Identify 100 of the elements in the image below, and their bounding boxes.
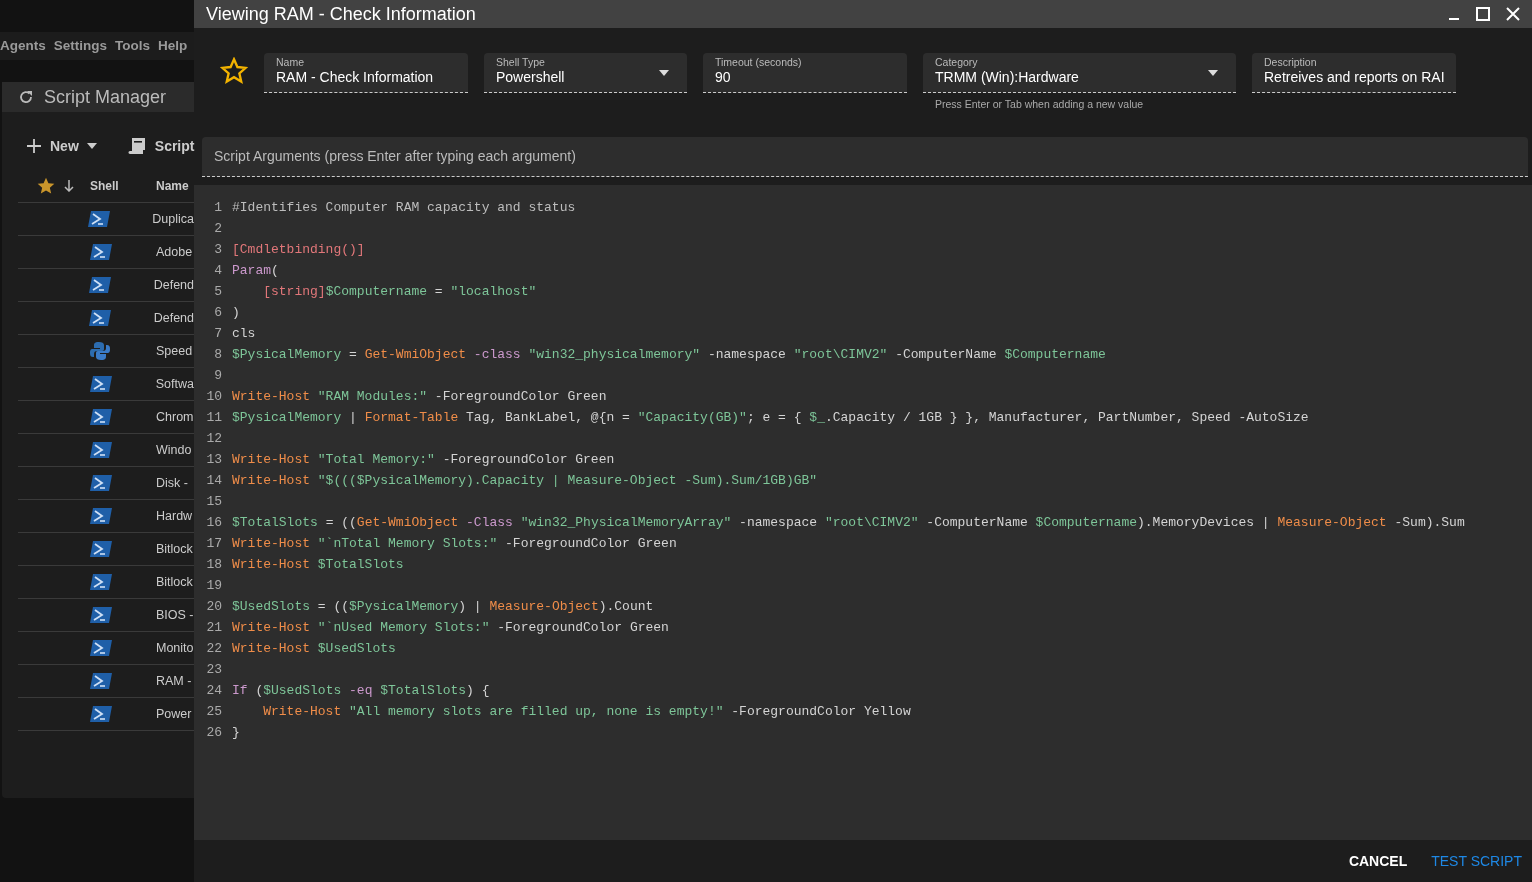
star-outline-icon[interactable] [220,57,248,85]
terminal-icon [88,309,111,328]
star-icon[interactable] [36,176,56,196]
input-field[interactable]: Description Retreives and reports on RAI [1252,53,1456,93]
code-token: $TotalSlots [379,683,467,698]
test-script-button[interactable]: TEST SCRIPT [1431,846,1522,876]
code-token: cls [232,326,256,341]
line-number: 16 [205,514,222,532]
field-label: Shell Type [496,57,546,69]
code-token: Measure-Object [489,599,599,614]
cancel-button[interactable]: CANCEL [1348,846,1408,876]
refresh-icon[interactable] [18,89,34,105]
code-editor[interactable] [194,185,1532,840]
dropdown-caret-icon [659,70,669,76]
code-token: .Capacity / 1GB } }, Manufacturer, PartNumber, Speed -AutoSize [824,410,1309,425]
line-number: 10 [205,388,222,406]
line-number: 20 [205,598,222,616]
line-number: 3 [213,241,222,259]
field-value: 90 [715,68,732,86]
terminal-icon [89,375,112,394]
code-token: Write-Host [232,620,310,635]
select-field[interactable]: Category TRMM (Win):Hardware [923,53,1236,93]
line-number: 18 [205,556,222,574]
code-token: Write-Host [232,557,310,572]
terminal-icon [88,276,111,295]
code-token: $Computername [1035,515,1137,530]
column-header[interactable]: Name [156,177,189,195]
code-token: -eq [348,683,373,698]
line-number: 19 [205,577,222,595]
code-token: [string] [263,284,326,299]
new-button[interactable]: New [26,135,97,157]
code-token: ; e = { [746,410,803,425]
maximize-icon[interactable] [1476,7,1490,21]
close-icon[interactable] [1506,7,1520,21]
terminal-icon [90,441,112,460]
code-token: $PysicalMemory [232,410,342,425]
terminal-icon [90,474,112,493]
code-token: "root\CIMV2" [824,515,919,530]
scroll-icon [126,136,147,156]
code-token: -ForegroundColor Green [504,536,677,551]
code-token: "win32_physicalmemory" [527,347,701,362]
line-number: 24 [205,682,222,700]
table-cell-text: Windo [156,441,192,459]
code-token: ) | [458,599,483,614]
code-token: $_ [809,410,825,425]
code-token: Measure-Object [1277,515,1387,530]
code-token: "Total Memory:" [316,452,435,467]
menu-item[interactable]: Settings [53,35,108,57]
line-number: 12 [205,430,222,448]
helper-text: Press Enter or Tab when adding a new value [934,97,1145,112]
code-token: ).MemoryDevices | [1137,515,1271,530]
code-token: Write-Host [232,389,310,404]
code-token: ( [271,263,279,278]
code-token: ).Count [598,599,654,614]
table-cell-text: Defend [153,276,194,294]
code-token: -ForegroundColor Yellow [730,704,911,719]
input-field[interactable]: Name RAM - Check Information [264,53,468,93]
table-cell-text: Adobe [156,243,193,261]
sort-arrow-icon[interactable] [64,180,74,192]
code-token: Write-Host [263,704,342,719]
line-number: 17 [205,535,222,553]
field-label: Category [935,57,979,69]
code-token: "`nUsed Memory Slots:" [316,620,490,635]
table-cell-text: Bitlock [156,573,193,591]
arguments-field[interactable]: Script Arguments (press Enter after typing each argument) [202,137,1528,177]
terminal-icon [90,573,112,592]
python-icon [90,341,110,361]
dropdown-caret-icon [1208,70,1218,76]
column-header[interactable]: Shell [90,177,156,195]
select-field[interactable]: Shell Type Powershell [484,53,687,93]
code-token: = [348,347,358,362]
code-token: Param [232,263,271,278]
code-token: "$((($PysicalMemory).Capacity | Measure-Object -Sum).Sum/1GB)GB" [316,473,818,488]
table-cell-text: Disk - [156,474,188,492]
line-number: 6 [213,304,222,322]
code-token: If [232,683,248,698]
table-cell-text: BIOS - [156,606,194,624]
plus-icon [26,138,42,154]
panel-title: Script Manager [44,85,167,109]
line-number: 1 [213,199,222,217]
menu-item[interactable]: Agents [0,35,46,57]
table-cell-text: Bitlock [156,540,193,558]
menu-item[interactable]: Tools [115,35,151,57]
table-cell-text: Monito [156,639,194,657]
code-token: $PysicalMemory [232,347,342,362]
code-token: Write-Host [232,641,310,656]
line-number: 21 [205,619,222,637]
line-number: 22 [205,640,222,658]
script-button[interactable]: Script [126,135,195,157]
code-token: ) [232,305,240,320]
code-token: ) { [466,683,490,698]
code-token: Write-Host [232,452,310,467]
input-field[interactable]: Timeout (seconds) 90 [703,53,907,93]
code-token: #Identifies Computer RAM capacity and status [232,200,576,215]
table-cell-text: Chrom [156,408,194,426]
line-number: 7 [213,325,222,343]
table-cell-text: RAM - [156,672,192,690]
code-token: -ForegroundColor Green [441,452,615,467]
code-token: Get-WmiObject [356,515,459,530]
menu-item[interactable]: Help [158,35,188,57]
